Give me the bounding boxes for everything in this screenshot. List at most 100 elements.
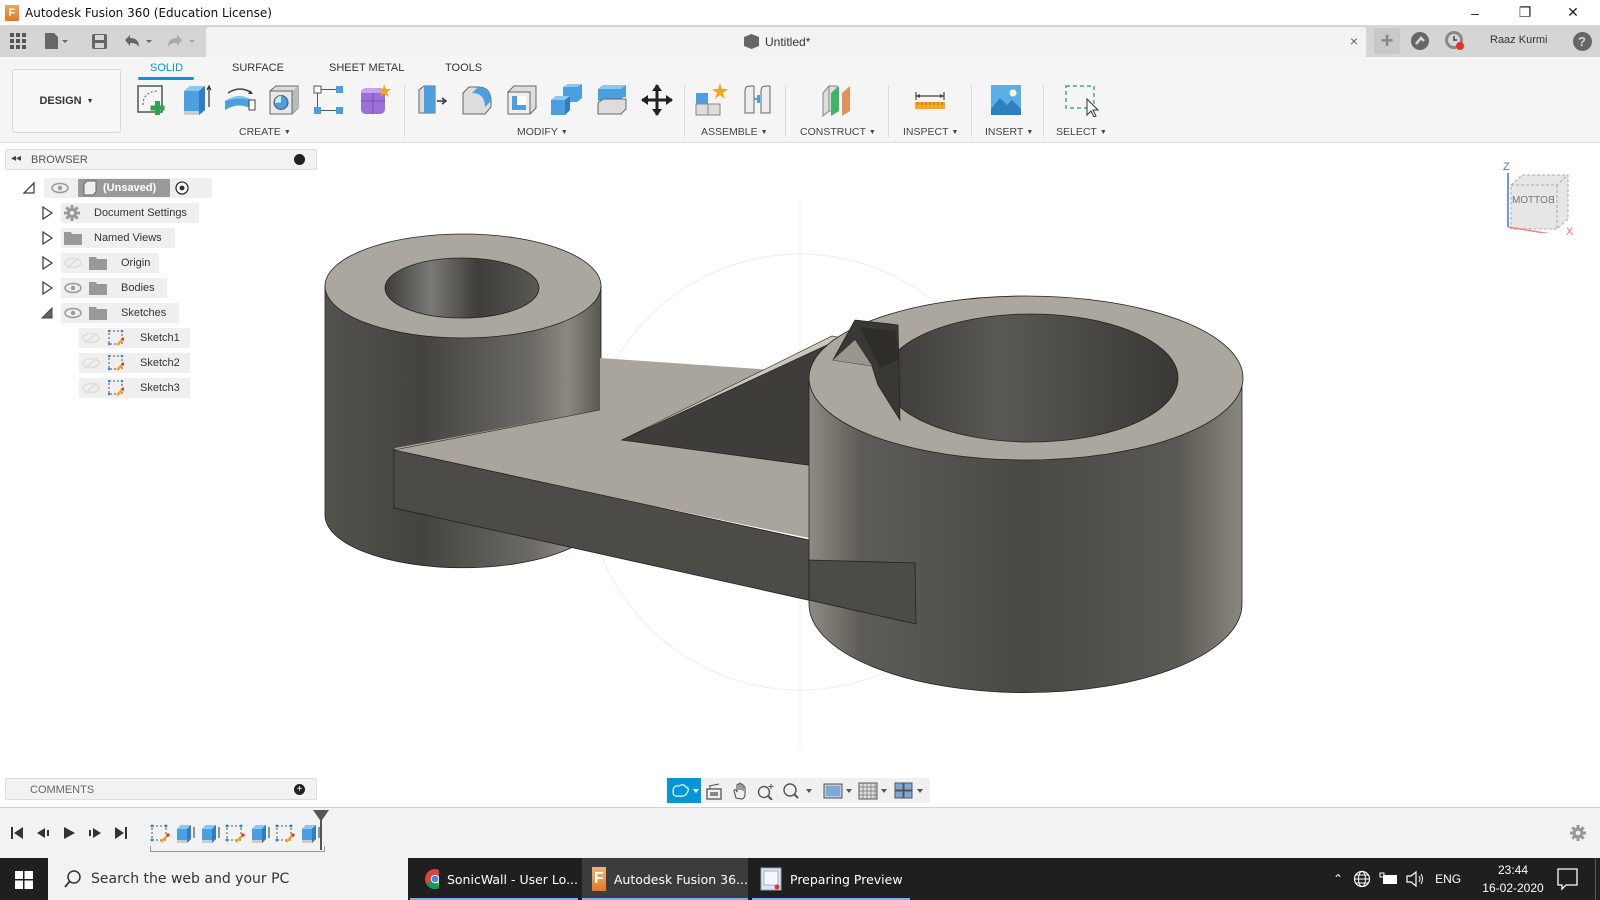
construct-menu[interactable]: CONSTRUCT ▼ [800, 126, 876, 138]
step-back-button[interactable] [34, 824, 52, 842]
timeline-feature-sketch-icon[interactable] [150, 823, 170, 843]
save-button[interactable] [88, 29, 110, 53]
notifications-button[interactable] [1444, 30, 1466, 52]
add-comment-icon[interactable]: + [294, 784, 305, 795]
tab-sheet-metal[interactable]: SHEET METAL [329, 62, 404, 74]
comments-panel-header[interactable]: COMMENTS + [5, 778, 317, 800]
timeline-settings-icon[interactable] [1569, 824, 1587, 842]
collapsed-triangle-icon[interactable] [40, 256, 54, 270]
user-account-name[interactable]: Raaz Kurmi [1490, 34, 1547, 46]
redo-button[interactable] [163, 29, 199, 53]
go-to-end-button[interactable] [112, 824, 130, 842]
rectangular-pattern-button[interactable] [311, 82, 347, 118]
create-form-button[interactable] [356, 82, 392, 118]
create-menu[interactable]: CREATE ▼ [239, 126, 291, 138]
split-body-button[interactable] [594, 82, 630, 118]
inspect-menu[interactable]: INSPECT ▼ [903, 126, 958, 138]
revolve-button[interactable] [222, 82, 258, 118]
fillet-button[interactable] [459, 82, 495, 118]
measure-button[interactable] [912, 82, 948, 118]
play-button[interactable] [60, 824, 78, 842]
show-hidden-icons-button[interactable]: ⌃ [1333, 872, 1343, 886]
insert-image-button[interactable] [988, 82, 1024, 118]
collapsed-triangle-icon[interactable] [40, 231, 54, 245]
fit-button[interactable] [781, 780, 813, 801]
timeline-feature-extrude-icon[interactable] [200, 823, 220, 843]
modify-menu[interactable]: MODIFY ▼ [517, 126, 568, 138]
new-component-button[interactable] [694, 82, 730, 118]
tab-surface[interactable]: SURFACE [232, 62, 284, 74]
look-at-button[interactable] [703, 780, 725, 801]
activate-radio-icon[interactable] [175, 181, 189, 195]
tab-close-button[interactable]: × [1350, 33, 1358, 49]
viewcube[interactable]: BOTTOM Z X [1495, 161, 1575, 238]
go-to-start-button[interactable] [8, 824, 26, 842]
expanded-triangle-icon[interactable] [40, 306, 54, 320]
grid-snaps-button[interactable] [857, 780, 889, 801]
eye-hidden-icon[interactable] [82, 332, 100, 344]
insert-menu[interactable]: INSERT ▼ [985, 126, 1033, 138]
help-button[interactable]: ? [1571, 30, 1593, 52]
model-canvas[interactable] [0, 143, 1600, 808]
data-panel-button[interactable] [7, 29, 29, 53]
taskbar-search-box[interactable]: Search the web and your PC [48, 858, 408, 900]
orbit-button[interactable] [667, 778, 701, 803]
display-settings-button[interactable] [823, 780, 853, 801]
offset-plane-button[interactable] [819, 82, 855, 118]
collapsed-triangle-icon[interactable] [40, 206, 54, 220]
taskbar-app-fusion[interactable]: F Autodesk Fusion 36... [582, 858, 748, 900]
collapse-panel-icon[interactable]: ◂◂ [11, 153, 21, 164]
timeline-feature-sketch-icon[interactable] [275, 823, 295, 843]
close-button[interactable]: ✕ [1550, 0, 1596, 25]
canvas-viewport[interactable]: BOTTOM Z X [0, 143, 1600, 808]
battery-icon[interactable] [1379, 871, 1399, 887]
tab-tools[interactable]: TOOLS [445, 62, 482, 74]
browser-panel-header[interactable]: ◂◂ BROWSER [5, 149, 317, 170]
move-copy-button[interactable] [639, 82, 675, 118]
timeline-feature-extrude-icon[interactable] [175, 823, 195, 843]
new-tab-button[interactable]: + [1374, 28, 1400, 54]
eye-icon[interactable] [64, 282, 82, 294]
shell-button[interactable] [504, 82, 540, 118]
collapsed-triangle-icon[interactable] [40, 281, 54, 295]
clock[interactable]: 23:44 16-02-2020 [1473, 861, 1553, 897]
timeline-marker-icon[interactable] [313, 810, 329, 850]
eye-icon[interactable] [51, 182, 69, 194]
network-globe-icon[interactable] [1353, 870, 1371, 888]
pan-button[interactable] [729, 780, 751, 801]
create-sketch-button[interactable] [134, 82, 170, 118]
workspace-switcher[interactable]: DESIGN ▼ [12, 69, 121, 133]
document-tab[interactable]: Untitled* × [206, 27, 1366, 57]
combine-button[interactable] [549, 82, 585, 118]
minimize-panel-icon[interactable] [294, 154, 305, 165]
assemble-menu[interactable]: ASSEMBLE ▼ [701, 126, 768, 138]
tab-solid[interactable]: SOLID [150, 62, 183, 74]
joint-button[interactable] [740, 82, 776, 118]
job-status-button[interactable] [1409, 30, 1431, 52]
eye-icon[interactable] [64, 307, 82, 319]
undo-button[interactable] [120, 29, 156, 53]
timeline-feature-extrude-icon[interactable] [250, 823, 270, 843]
press-pull-button[interactable] [414, 82, 450, 118]
zoom-button[interactable] [755, 780, 777, 801]
language-indicator[interactable]: ENG [1435, 872, 1461, 886]
start-button[interactable] [15, 871, 33, 894]
window-select-button[interactable] [1063, 82, 1099, 118]
taskbar-app-chrome[interactable]: SonicWall - User Lo... [410, 858, 578, 900]
viewports-button[interactable] [893, 780, 925, 801]
minimize-button[interactable]: – [1452, 0, 1498, 25]
action-center-button[interactable] [1555, 866, 1581, 897]
restore-button[interactable]: ❐ [1502, 0, 1548, 25]
select-menu[interactable]: SELECT ▼ [1056, 126, 1107, 138]
timeline-feature-sketch-icon[interactable] [225, 823, 245, 843]
step-forward-button[interactable] [86, 824, 104, 842]
eye-hidden-icon[interactable] [82, 357, 100, 369]
volume-icon[interactable] [1405, 870, 1425, 888]
file-menu-button[interactable] [40, 29, 72, 53]
taskbar-app-preview[interactable]: Preparing Preview [752, 858, 910, 900]
show-desktop-button[interactable] [1595, 858, 1596, 900]
expanded-triangle-icon[interactable] [22, 181, 36, 195]
eye-hidden-icon[interactable] [64, 257, 82, 269]
extrude-button[interactable] [178, 82, 214, 118]
eye-hidden-icon[interactable] [82, 382, 100, 394]
